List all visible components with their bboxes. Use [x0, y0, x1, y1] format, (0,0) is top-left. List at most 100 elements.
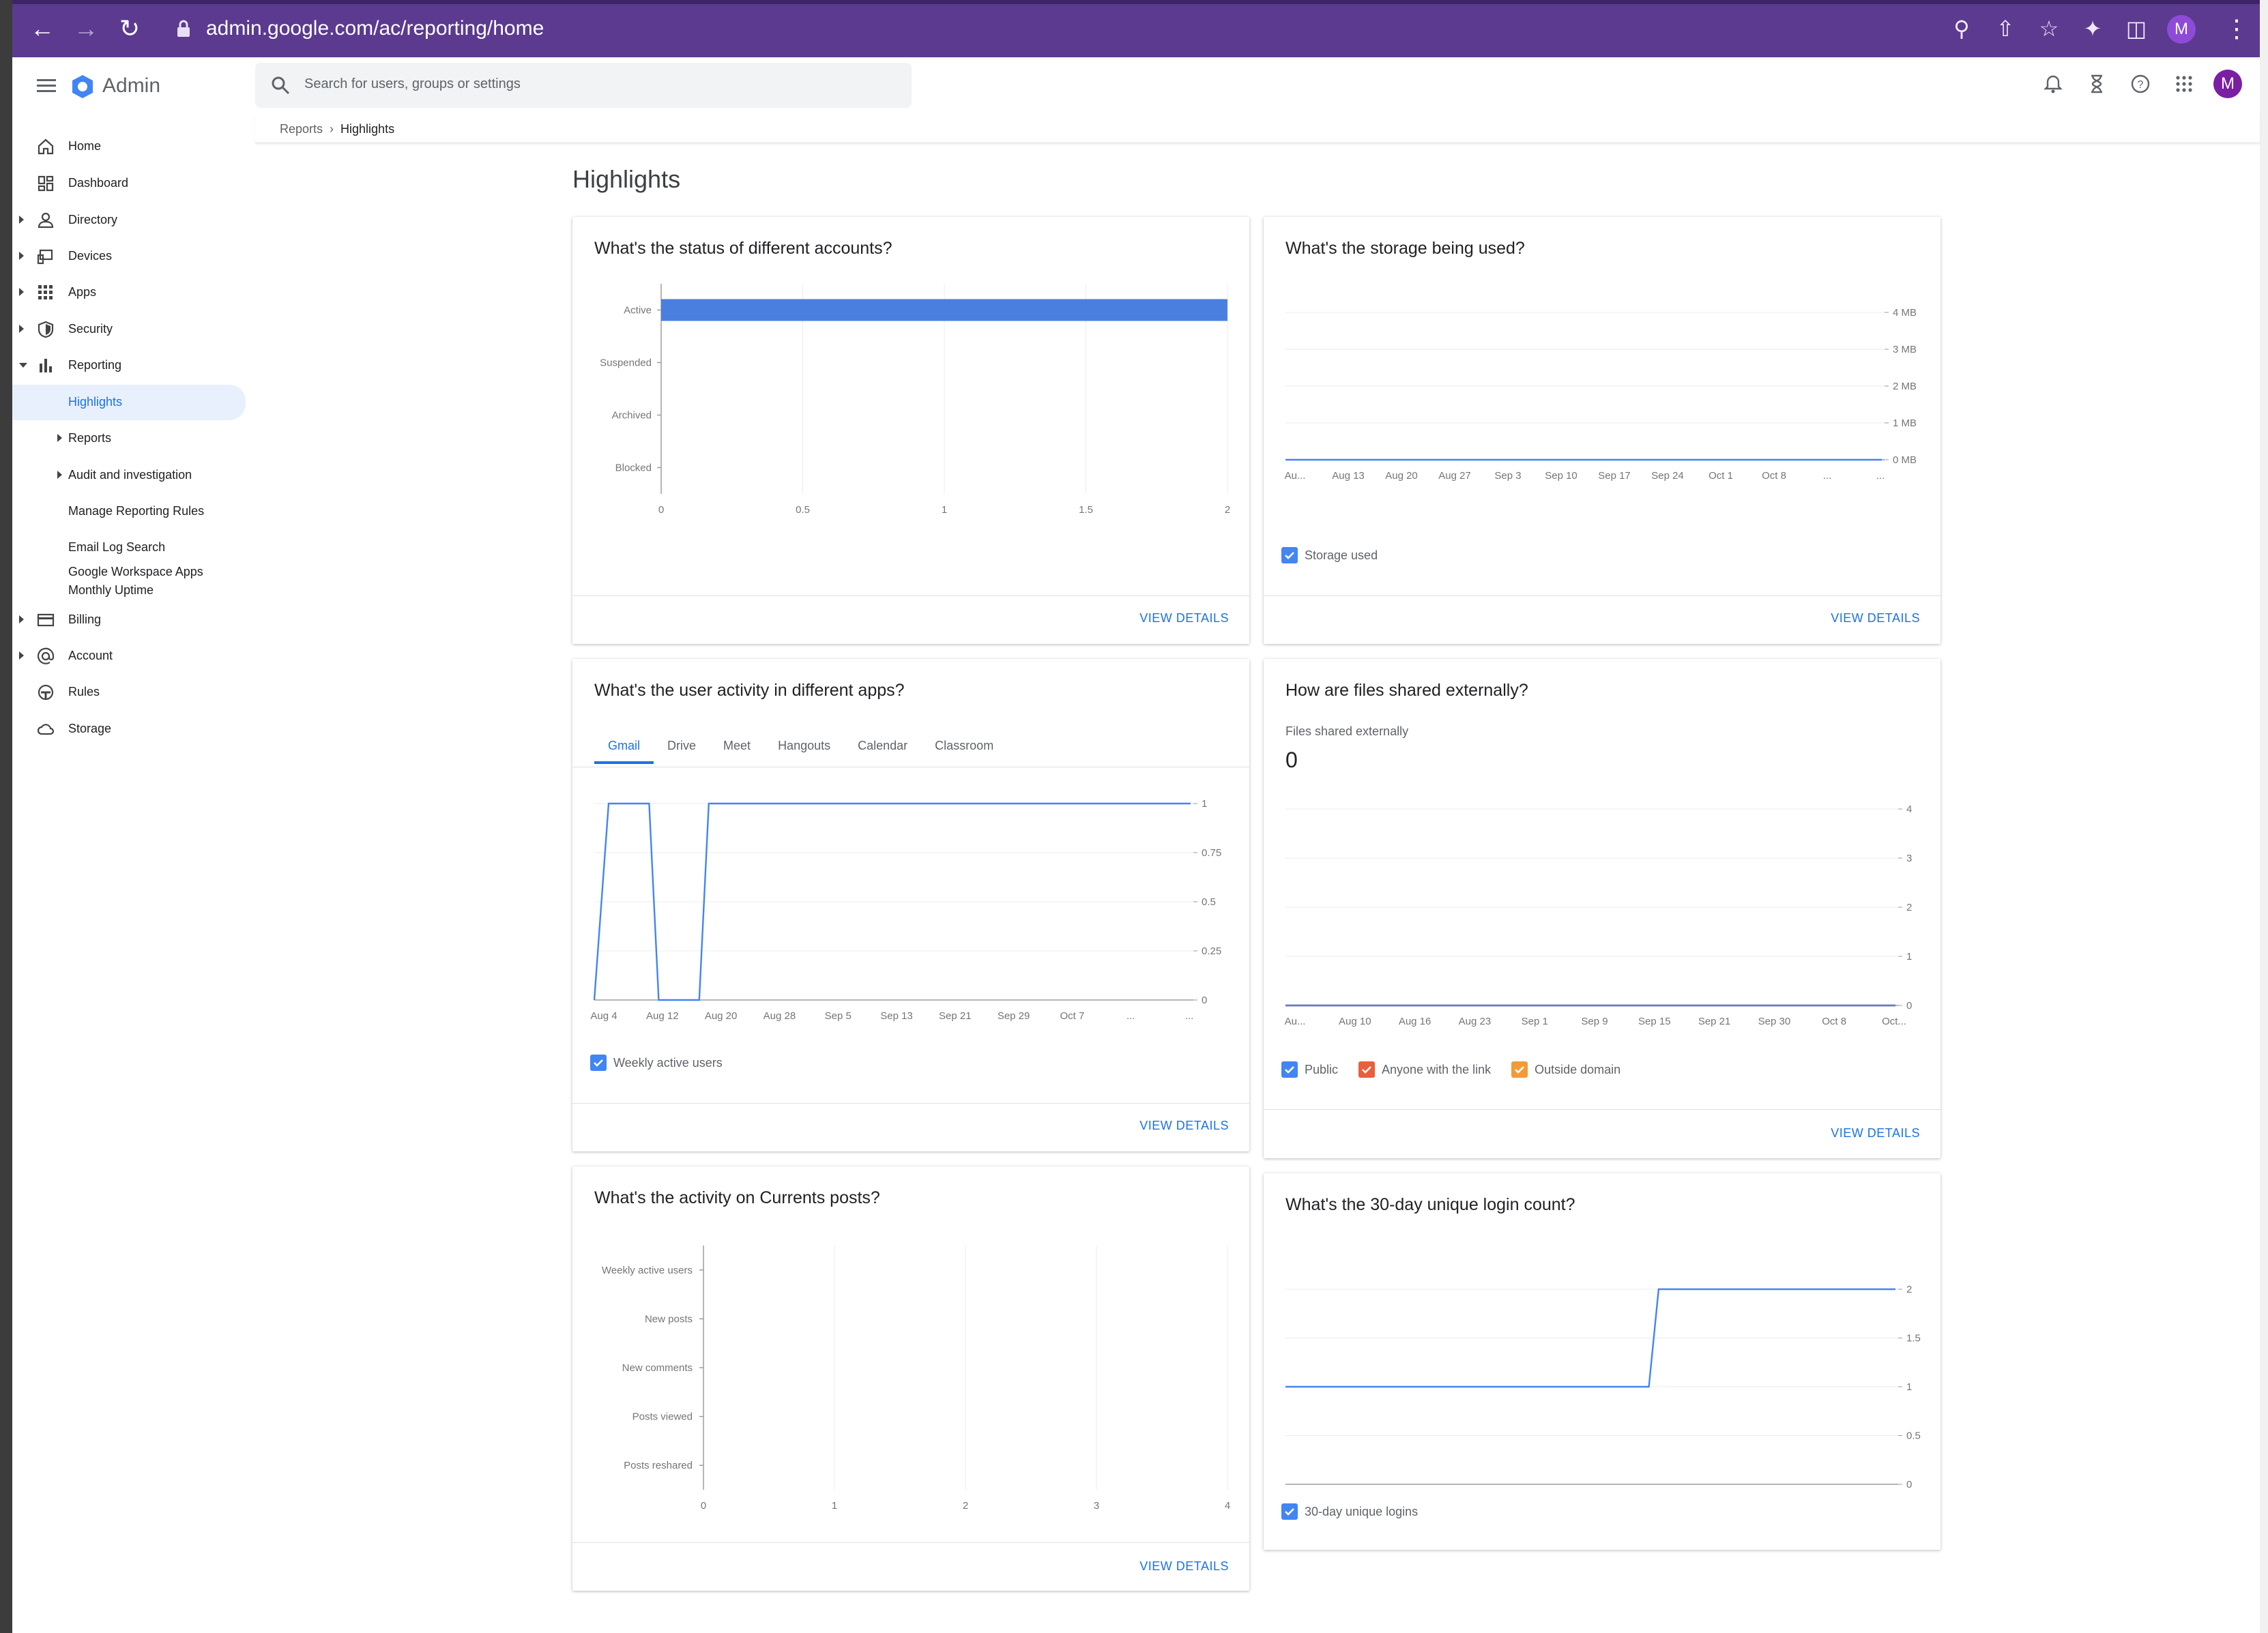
- sidebar-item-reporting-rules[interactable]: Manage Reporting Rules: [12, 496, 246, 526]
- x-tick-label: Aug 23: [1459, 1016, 1492, 1027]
- card-title: What's the storage being used?: [1285, 239, 1525, 258]
- tab-hangouts[interactable]: Hangouts: [764, 727, 844, 764]
- forward-arrow-icon[interactable]: →: [70, 12, 102, 45]
- sidebar-item-security[interactable]: Security: [12, 314, 246, 344]
- checkbox-checked-icon[interactable]: [1281, 1061, 1298, 1078]
- expand-arrow-icon[interactable]: [57, 434, 62, 442]
- back-arrow-icon[interactable]: ←: [26, 12, 59, 45]
- sidebar-item-workspace-uptime[interactable]: Google Workspace Apps Monthly Uptime: [12, 561, 246, 603]
- expand-arrow-icon[interactable]: [19, 216, 24, 224]
- reload-icon[interactable]: ↻: [113, 12, 146, 45]
- checkbox-checked-icon[interactable]: [1281, 547, 1298, 563]
- sidebar-item-account[interactable]: Account: [12, 641, 246, 671]
- expand-arrow-icon[interactable]: [19, 288, 24, 296]
- tab-meet[interactable]: Meet: [710, 727, 764, 764]
- at-sign-icon: [37, 647, 55, 664]
- x-tick-label: 0.5: [796, 504, 810, 516]
- sidebar-item-label: Security: [68, 322, 113, 336]
- search-input[interactable]: Search for users, groups or settings: [255, 63, 912, 108]
- rules-icon: [38, 684, 54, 701]
- checkbox-checked-icon[interactable]: [1281, 1503, 1298, 1520]
- browser-menu-icon[interactable]: ⋮: [2220, 12, 2253, 45]
- credit-card-icon: [37, 613, 55, 627]
- sidebar-item-label: Rules: [68, 685, 100, 698]
- expand-arrow-icon[interactable]: [57, 471, 62, 479]
- main-menu-icon[interactable]: [33, 72, 60, 100]
- breadcrumb-current: Highlights: [340, 122, 395, 136]
- legend-storage-used[interactable]: Storage used: [1281, 547, 1378, 563]
- address-bar[interactable]: admin.google.com/ac/reporting/home: [164, 10, 2177, 48]
- sidebar-item-apps[interactable]: Apps: [12, 277, 246, 307]
- help-icon[interactable]: ?: [2126, 70, 2155, 98]
- x-tick-label: Oct 8: [1762, 470, 1786, 482]
- category-label: Posts viewed: [633, 1411, 693, 1423]
- apps-grid-icon[interactable]: [2170, 70, 2198, 98]
- checkbox-checked-icon[interactable]: [1358, 1061, 1376, 1078]
- x-tick-label: Oct 1: [1709, 470, 1733, 482]
- view-details-button[interactable]: VIEW DETAILS: [1831, 611, 1920, 626]
- y-tick-label: 0: [1202, 995, 1207, 1006]
- sidebar-item-highlights[interactable]: Highlights: [12, 385, 246, 420]
- sidebar-item-storage[interactable]: Storage: [12, 713, 246, 744]
- legend-unique-logins[interactable]: 30-day unique logins: [1281, 1503, 1418, 1520]
- expand-arrow-icon[interactable]: [19, 615, 24, 623]
- sidebar-item-dashboard[interactable]: Dashboard: [12, 168, 246, 198]
- sidebar-item-label: Dashboard: [68, 176, 129, 190]
- checkbox-checked-icon[interactable]: [1511, 1061, 1528, 1078]
- dashboard-icon: [38, 175, 54, 192]
- view-details-button[interactable]: VIEW DETAILS: [1139, 1119, 1229, 1133]
- sidebar-item-home[interactable]: Home: [12, 131, 246, 161]
- expand-arrow-icon[interactable]: [19, 252, 24, 260]
- app-header: Admin Search for users, groups or settin…: [12, 57, 2260, 115]
- notifications-bell-icon[interactable]: [2039, 70, 2067, 98]
- tab-drive[interactable]: Drive: [654, 727, 710, 764]
- card-divider: [1264, 595, 1940, 596]
- x-tick-label: Sep 9: [1581, 1016, 1608, 1027]
- extensions-icon[interactable]: ✦: [2078, 14, 2107, 43]
- x-tick-label: 0: [658, 504, 664, 516]
- card-divider: [1264, 1109, 1940, 1110]
- app-name[interactable]: Admin: [102, 72, 160, 100]
- bookmark-star-icon[interactable]: ☆: [2035, 14, 2063, 43]
- card-title: What's the activity on Currents posts?: [594, 1188, 880, 1207]
- expand-arrow-icon[interactable]: [19, 325, 24, 333]
- legend-label-outside-domain: Outside domain: [1535, 1062, 1621, 1076]
- legend-weekly-active-users[interactable]: Weekly active users: [590, 1055, 723, 1071]
- expand-arrow-icon[interactable]: [19, 651, 24, 660]
- tab-calendar[interactable]: Calendar: [844, 727, 921, 764]
- collapse-arrow-icon[interactable]: [19, 363, 27, 368]
- x-tick-label: Au...: [1285, 470, 1306, 482]
- sidebar-item-reports[interactable]: Reports: [12, 423, 246, 453]
- view-details-button[interactable]: VIEW DETAILS: [1139, 1559, 1229, 1574]
- zoom-icon[interactable]: ⚲: [1947, 14, 1976, 43]
- view-details-button[interactable]: VIEW DETAILS: [1831, 1126, 1920, 1141]
- category-label: Archived: [612, 410, 652, 422]
- x-tick-label: Sep 30: [1758, 1016, 1791, 1027]
- sidebar-item-email-log-search[interactable]: Email Log Search: [12, 532, 246, 562]
- x-tick-label: ...: [1823, 470, 1832, 482]
- legend-label-public: Public: [1305, 1062, 1339, 1076]
- sidepanel-icon[interactable]: ◫: [2122, 14, 2151, 43]
- sidebar-item-audit[interactable]: Audit and investigation: [12, 460, 246, 490]
- x-tick-label: Aug 12: [646, 1010, 679, 1022]
- checkbox-checked-icon[interactable]: [590, 1055, 607, 1071]
- x-tick-label: Aug 4: [590, 1010, 617, 1022]
- account-avatar[interactable]: M: [2213, 70, 2242, 98]
- breadcrumb-reports-link[interactable]: Reports: [280, 122, 323, 136]
- x-tick-label: Aug 27: [1438, 470, 1471, 482]
- tab-gmail[interactable]: Gmail: [594, 727, 654, 764]
- sidebar-item-directory[interactable]: Directory: [12, 205, 246, 235]
- tab-classroom[interactable]: Classroom: [921, 727, 1007, 764]
- x-tick-label: 1: [832, 1500, 837, 1512]
- share-icon[interactable]: ⇧: [1991, 14, 2020, 43]
- browser-profile-avatar[interactable]: M: [2167, 15, 2196, 44]
- admin-logo-icon[interactable]: [70, 74, 96, 100]
- browser-toolbar: ← → ↻ admin.google.com/ac/reporting/home…: [12, 0, 2260, 57]
- tasks-hourglass-icon[interactable]: [2082, 70, 2111, 98]
- view-details-button[interactable]: VIEW DETAILS: [1139, 611, 1229, 626]
- sidebar-item-rules[interactable]: Rules: [12, 677, 246, 707]
- sidebar-item-devices[interactable]: Devices: [12, 241, 246, 271]
- sidebar-item-billing[interactable]: Billing: [12, 604, 246, 634]
- background-window-edge-right: [2260, 0, 2268, 1633]
- sidebar-item-reporting[interactable]: Reporting: [12, 350, 246, 380]
